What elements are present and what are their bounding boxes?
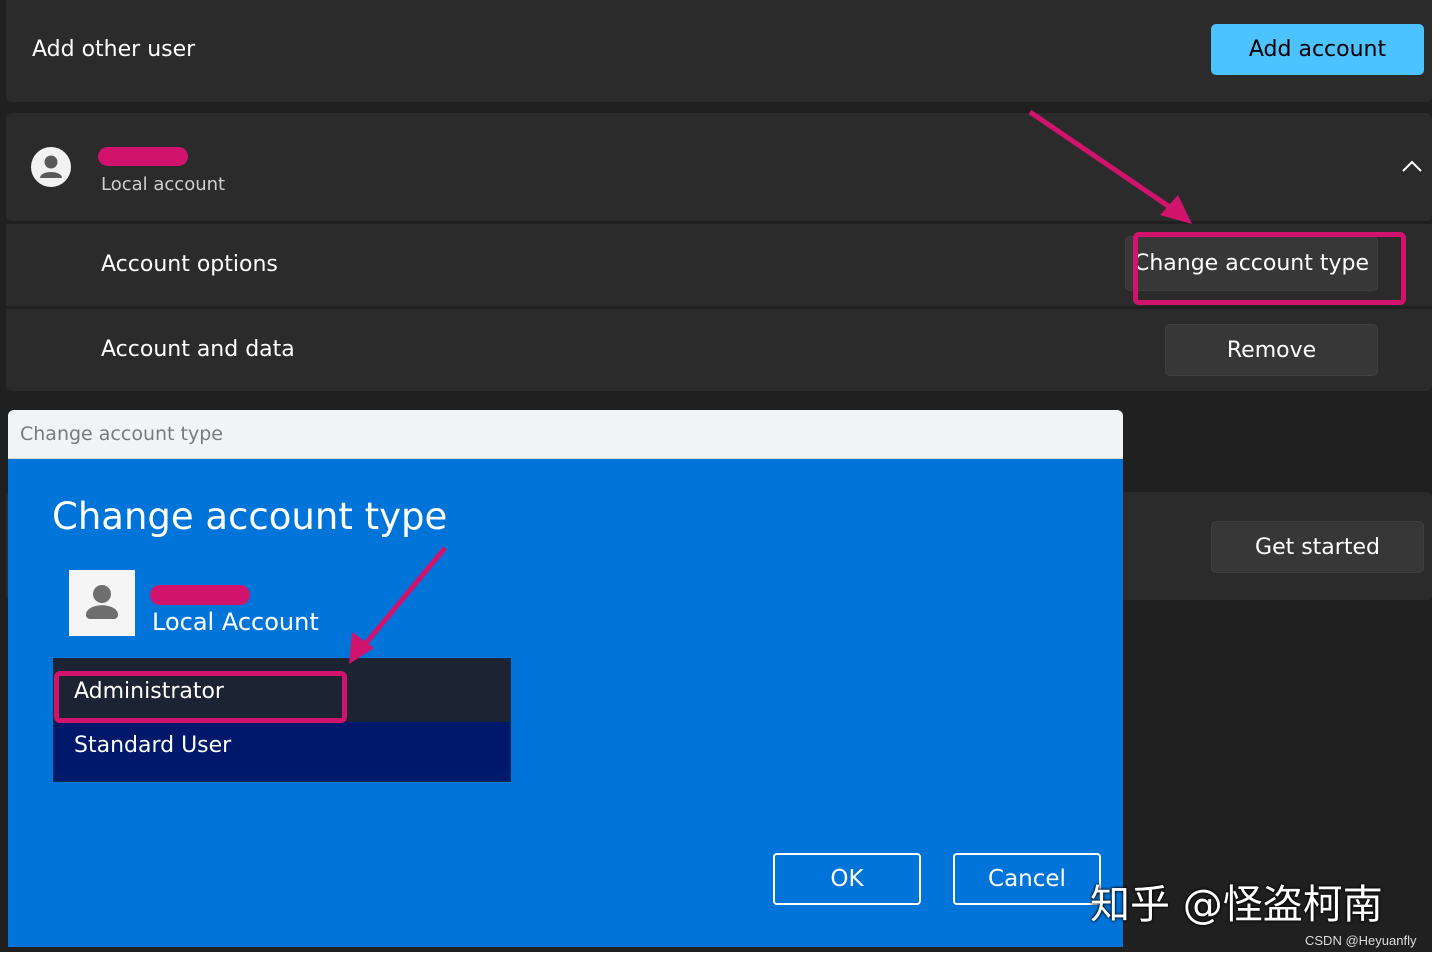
remove-button-label: Remove xyxy=(1226,337,1317,363)
option-standard-user[interactable]: Standard User xyxy=(54,722,510,772)
account-header-card[interactable]: Local account xyxy=(6,113,1432,221)
add-account-button-label: Add account xyxy=(1248,37,1387,62)
person-icon xyxy=(86,585,118,619)
ok-button[interactable]: OK xyxy=(773,853,921,905)
chevron-up-icon[interactable] xyxy=(1400,158,1424,174)
add-user-label: Add other user xyxy=(32,37,196,62)
cancel-button-label: Cancel xyxy=(988,866,1066,892)
remove-button[interactable]: Remove xyxy=(1165,324,1378,376)
add-account-button[interactable]: Add account xyxy=(1211,24,1424,75)
account-type-label: Local account xyxy=(101,174,226,195)
csdn-watermark: CSDN @Heyuanfly xyxy=(1305,933,1417,948)
dialog-heading: Change account type xyxy=(52,495,448,538)
ok-button-label: OK xyxy=(830,866,864,892)
add-user-card: Add other user Add account xyxy=(6,0,1432,102)
person-icon xyxy=(40,155,62,178)
avatar xyxy=(31,147,71,187)
dialog-window-title: Change account type xyxy=(20,423,223,445)
account-options-label: Account options xyxy=(101,252,278,277)
annotation-box-change-type xyxy=(1133,232,1406,305)
get-started-button-label: Get started xyxy=(1255,534,1380,560)
get-started-button[interactable]: Get started xyxy=(1211,521,1424,573)
dialog-account-type: Local Account xyxy=(152,608,319,636)
redacted-username xyxy=(98,147,188,166)
dialog-avatar xyxy=(69,570,135,636)
change-account-type-dialog: Change account type Change account type … xyxy=(8,410,1123,947)
cancel-button[interactable]: Cancel xyxy=(953,853,1101,905)
dialog-titlebar: Change account type xyxy=(8,410,1123,459)
redacted-username xyxy=(150,585,250,605)
annotation-box-administrator xyxy=(54,671,347,723)
account-data-label: Account and data xyxy=(101,337,295,362)
option-standard-user-label: Standard User xyxy=(74,733,232,758)
zhihu-watermark: 知乎 @怪盗柯南 xyxy=(1090,882,1383,928)
account-data-row: Account and data Remove xyxy=(6,309,1432,391)
